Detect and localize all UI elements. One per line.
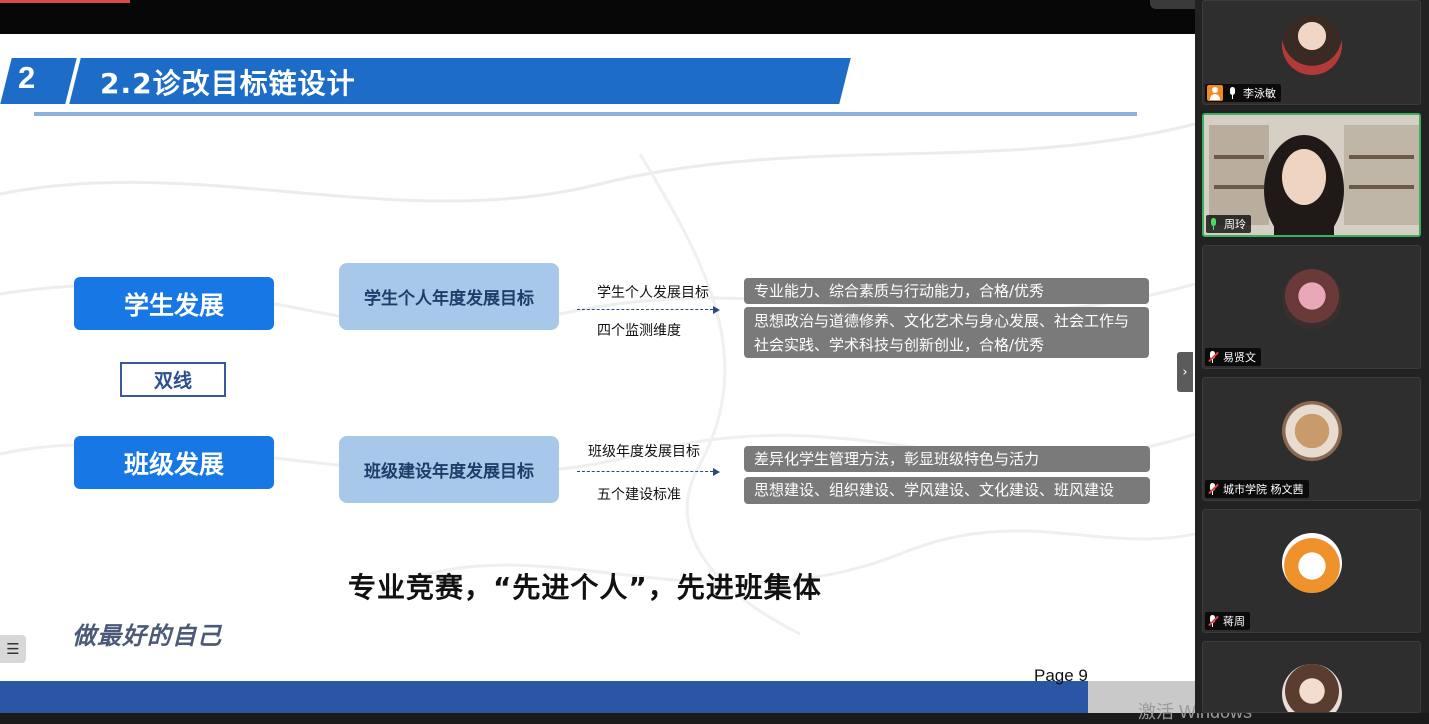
class-dashed-arrow [577,471,713,472]
meeting-top-bar [0,0,1195,34]
slide-bottom-band [0,681,1195,713]
participant-name: 城市学院 杨文茜 [1223,483,1304,496]
student-detail-1: 专业能力、综合素质与行动能力，合格/优秀 [744,278,1149,304]
class-detail-2: 思想建设、组织建设、学风建设、文化建设、班风建设 [744,477,1150,504]
collapse-panel-button[interactable]: › [1177,352,1193,392]
class-target-label: 班级年度发展目标 [588,444,700,460]
student-arrow-head-icon [713,306,720,314]
chevron-right-icon: › [1182,364,1188,380]
dual-line-box: 双线 [120,362,226,397]
participant-name-bar: 蒋周 [1205,612,1250,630]
avatar [1281,401,1342,461]
class-standard-label: 五个建设标准 [597,487,681,503]
student-dashed-arrow [577,309,713,310]
motto-logo-text: 做最好的自己 [72,622,222,650]
class-development-pill: 班级发展 [74,436,274,489]
participant-name: 李泳敏 [1243,87,1276,100]
list-icon: ☰ [6,640,20,658]
participant-tile-2[interactable]: 周玲 [1202,113,1421,237]
avatar [1281,664,1342,712]
top-accent-mark [0,0,130,3]
page-number: Page 9 [1034,666,1088,685]
participant-tile-1[interactable]: 李泳敏 [1202,0,1421,105]
mic-muted-icon [1207,615,1219,627]
bottom-summary-text: 专业竞赛，“先进个人”，先进班集体 [348,571,822,604]
title-underline [34,112,1137,116]
class-arrow-head-icon [713,468,720,476]
participant-name: 蒋周 [1223,615,1245,628]
participant-name: 周玲 [1224,218,1246,231]
participant-name-bar: 李泳敏 [1205,84,1281,102]
section-number-tab [0,58,77,104]
student-target-label: 学生个人发展目标 [597,285,709,301]
section-number: 2 [18,60,36,95]
student-development-pill: 学生发展 [74,277,274,330]
participant-tile-4[interactable]: 城市学院 杨文茜 [1202,377,1421,501]
avatar [1281,14,1342,75]
participant-name: 易贤文 [1223,351,1256,364]
list-button[interactable]: ☰ [0,635,26,663]
class-annual-target-box: 班级建设年度发展目标 [339,436,559,503]
avatar [1281,533,1342,593]
participant-tile-6[interactable] [1202,641,1421,713]
mic-on-icon [1227,87,1239,99]
mic-muted-icon [1207,483,1219,495]
mic-speaking-icon [1208,218,1220,230]
shared-slide: 2 2.2诊改目标链设计 学生发展 双线 班级发展 学生个人年度发展目标 学生个… [0,34,1195,713]
person-icon [1207,85,1223,101]
avatar [1281,269,1342,329]
class-detail-1: 差异化学生管理方法，彰显班级特色与活力 [744,446,1150,472]
participant-name-bar: 城市学院 杨文茜 [1205,480,1309,498]
participant-tile-3[interactable]: 易贤文 [1202,245,1421,369]
mic-muted-icon [1207,351,1219,363]
participant-name-bar: 周玲 [1206,215,1251,233]
student-detail-2: 思想政治与道德修养、文化艺术与身心发展、社会工作与社会实践、学术科技与创新创业，… [744,307,1149,358]
slide-title: 2.2诊改目标链设计 [100,67,356,100]
student-annual-target-box: 学生个人年度发展目标 [339,263,559,330]
participant-name-bar: 易贤文 [1205,348,1261,366]
participant-tile-5[interactable]: 蒋周 [1202,509,1421,633]
student-dimension-label: 四个监测维度 [597,323,681,339]
